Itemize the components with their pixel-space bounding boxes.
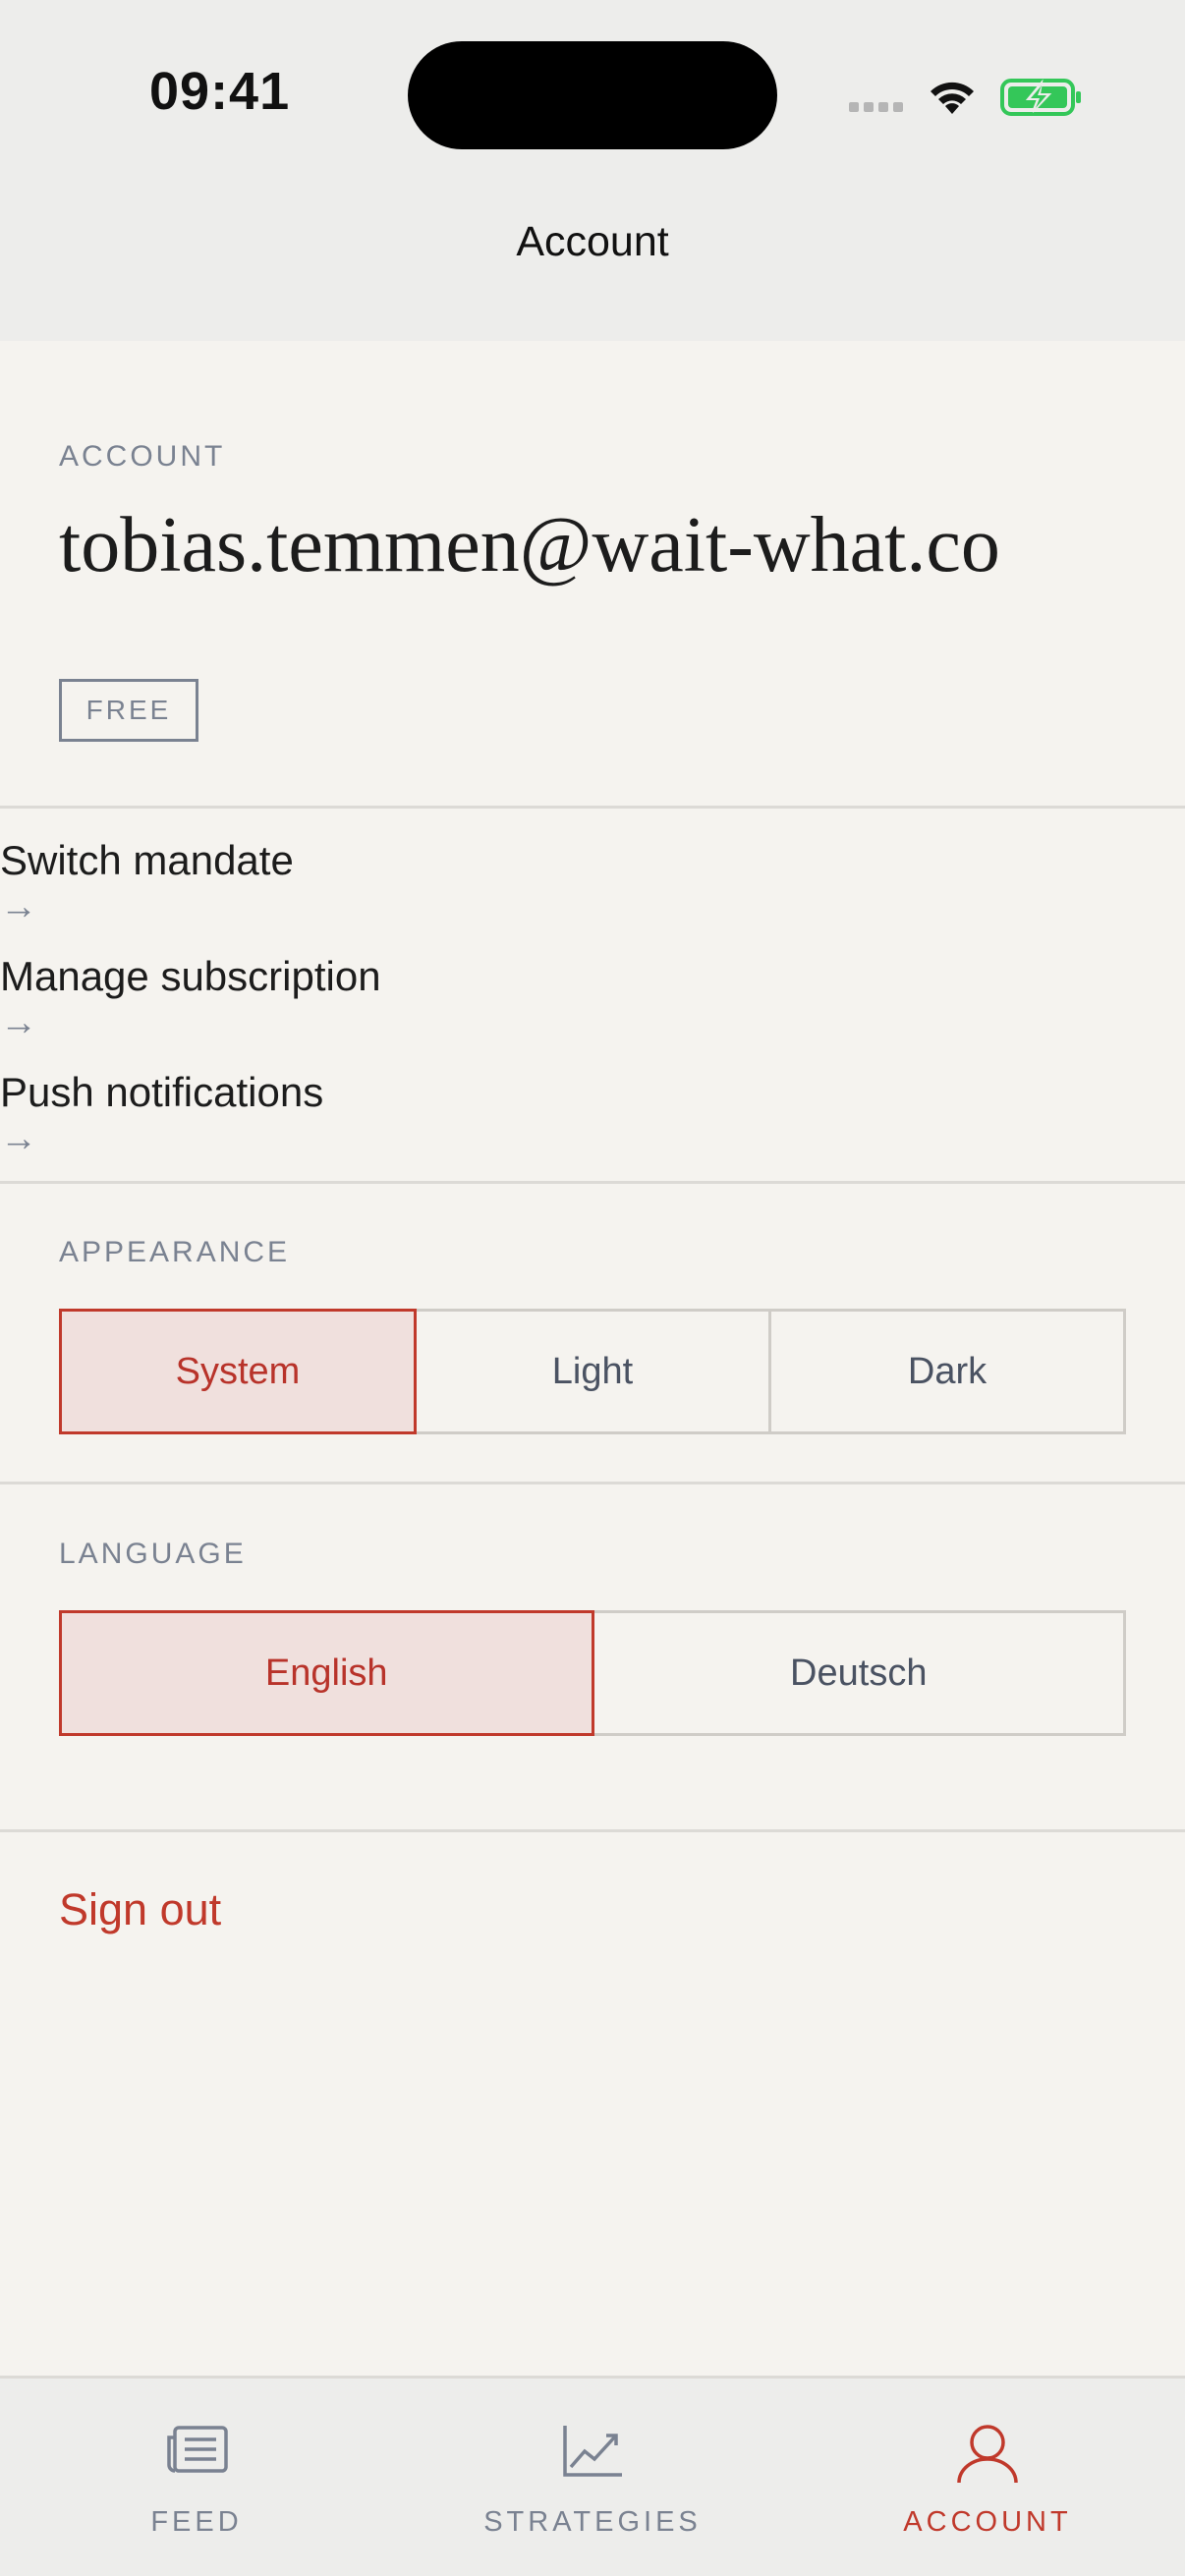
- dynamic-island: [408, 41, 777, 149]
- language-segmented-control: English Deutsch: [59, 1610, 1126, 1736]
- sign-out-button[interactable]: Sign out: [59, 1884, 221, 1935]
- tab-account[interactable]: ACCOUNT: [840, 2379, 1135, 2575]
- language-option-english[interactable]: English: [59, 1610, 594, 1736]
- appearance-option-light[interactable]: Light: [414, 1309, 771, 1434]
- tab-label: STRATEGIES: [483, 2506, 702, 2538]
- chart-line-icon: [559, 2422, 626, 2486]
- appearance-option-dark[interactable]: Dark: [768, 1309, 1126, 1434]
- divider: [0, 806, 1185, 809]
- newspaper-icon: [163, 2422, 230, 2482]
- top-bar: 09:41 Account: [0, 0, 1185, 341]
- arrow-right-icon: →: [0, 1002, 37, 1043]
- tab-label: ACCOUNT: [903, 2506, 1072, 2538]
- bottom-tab-bar: FEED STRATEGIES ACCOUNT: [0, 2376, 1185, 2576]
- account-screen: 09:41 Account ACCOUNT tobias.temmen@wait…: [0, 0, 1185, 2576]
- tab-label: FEED: [150, 2506, 243, 2538]
- switch-mandate-link[interactable]: Switch mandate →: [0, 837, 1185, 947]
- appearance-section-label: APPEARANCE: [59, 1236, 291, 1268]
- page-title: Account: [516, 218, 669, 265]
- status-time: 09:41: [149, 62, 291, 121]
- battery-charging-icon: [1000, 77, 1083, 123]
- manage-subscription-link[interactable]: Manage subscription →: [0, 953, 1185, 1063]
- tab-strategies[interactable]: STRATEGIES: [445, 2379, 740, 2575]
- user-icon: [955, 2422, 1020, 2490]
- language-option-deutsch[interactable]: Deutsch: [591, 1610, 1126, 1736]
- divider: [0, 1482, 1185, 1484]
- divider: [0, 1829, 1185, 1832]
- arrow-right-icon: →: [0, 1118, 37, 1159]
- appearance-segmented-control: System Light Dark: [59, 1309, 1126, 1434]
- account-email: tobias.temmen@wait-what.co: [59, 502, 1000, 588]
- menu-item-label: Switch mandate: [0, 837, 294, 883]
- arrow-right-icon: →: [0, 886, 37, 927]
- tab-feed[interactable]: FEED: [49, 2379, 344, 2575]
- account-section-label: ACCOUNT: [59, 440, 226, 473]
- appearance-option-system[interactable]: System: [59, 1309, 417, 1434]
- divider: [0, 1181, 1185, 1184]
- wifi-icon: [926, 77, 979, 121]
- cellular-signal-icon: [849, 102, 903, 112]
- language-section-label: LANGUAGE: [59, 1538, 247, 1570]
- menu-item-label: Manage subscription: [0, 953, 381, 999]
- menu-item-label: Push notifications: [0, 1069, 324, 1115]
- push-notifications-link[interactable]: Push notifications →: [0, 1069, 1185, 1179]
- plan-badge: FREE: [59, 679, 198, 742]
